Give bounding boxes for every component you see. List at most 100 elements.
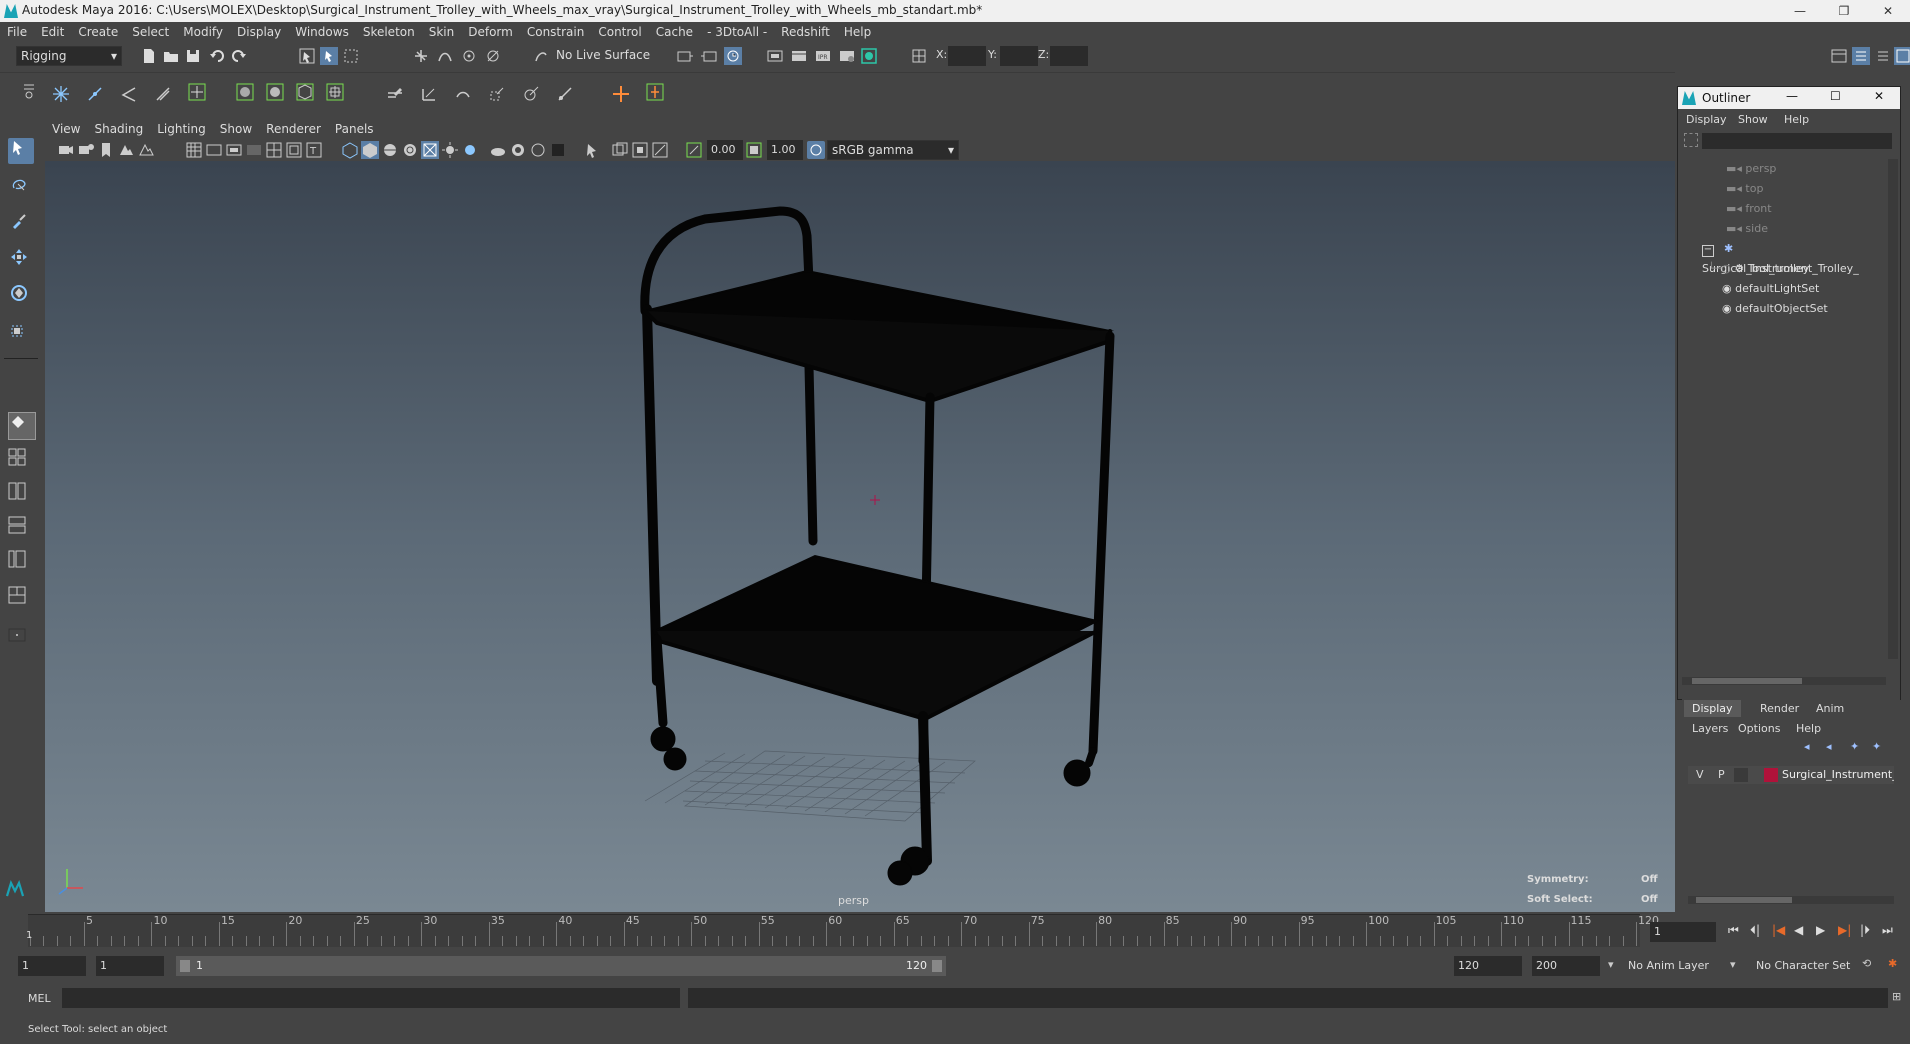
- menu-control[interactable]: Control: [591, 22, 648, 42]
- screen-space-ao-icon[interactable]: [489, 141, 507, 159]
- safe-title-icon[interactable]: T: [305, 141, 323, 159]
- outliner-menu-help[interactable]: Help: [1784, 113, 1809, 126]
- menu-edit[interactable]: Edit: [34, 22, 71, 42]
- filter-icon[interactable]: [1684, 133, 1698, 147]
- new-layer-selected-icon[interactable]: ✦: [1872, 740, 1886, 754]
- smooth-shade-icon[interactable]: [361, 141, 379, 159]
- move-tool-icon[interactable]: [10, 248, 32, 270]
- gate-mask-icon[interactable]: [245, 141, 263, 159]
- step-forward-key-icon[interactable]: ▶|: [1838, 923, 1856, 941]
- new-scene-icon[interactable]: [140, 47, 158, 65]
- layer-playback-toggle[interactable]: P: [1718, 768, 1725, 781]
- z-field[interactable]: [1050, 46, 1088, 66]
- toolbox-collapse-icon[interactable]: [8, 626, 34, 648]
- menu-skeleton[interactable]: Skeleton: [356, 22, 422, 42]
- play-backwards-icon[interactable]: ◀: [1794, 923, 1812, 941]
- collapse-icon[interactable]: −: [1702, 245, 1714, 257]
- cluster-icon[interactable]: [296, 83, 322, 109]
- film-gate-icon[interactable]: [205, 141, 223, 159]
- exposure-icon[interactable]: [685, 141, 703, 159]
- auto-key-icon[interactable]: ⟲: [1862, 957, 1880, 975]
- parent-constraint-icon[interactable]: [386, 85, 410, 107]
- close-button[interactable]: ✕: [1866, 0, 1910, 22]
- camera-lock-icon[interactable]: [77, 141, 95, 159]
- select-tool-icon[interactable]: [8, 138, 34, 164]
- view-transform-dropdown[interactable]: sRGB gamma ▾: [827, 140, 959, 160]
- multisample-aa-icon[interactable]: [529, 141, 547, 159]
- resolution-gate-icon[interactable]: [225, 141, 243, 159]
- camera-select-icon[interactable]: [57, 141, 75, 159]
- depth-of-field-icon[interactable]: [549, 141, 567, 159]
- layer-visibility-toggle[interactable]: V: [1696, 768, 1704, 781]
- character-set-dropdown[interactable]: No Character Set: [1748, 956, 1864, 976]
- menu-display[interactable]: Display: [230, 22, 288, 42]
- two-pane-side-layout-icon[interactable]: [8, 482, 34, 508]
- bind-skin-icon[interactable]: [236, 83, 262, 109]
- scale-constraint-icon[interactable]: [488, 85, 512, 107]
- outliner-item-persp[interactable]: ▬◂ persp: [1726, 159, 1776, 179]
- outliner-item-group[interactable]: − ✱ Surgical_Instrument_Trolley_: [1702, 239, 1888, 275]
- anim-layer-dropdown[interactable]: ▾ No Anim Layer ▾: [1606, 956, 1740, 976]
- anim-start-field[interactable]: 1: [18, 956, 86, 976]
- layer-tab-display[interactable]: Display: [1684, 700, 1741, 717]
- layer-h-scrollbar[interactable]: [1688, 896, 1894, 904]
- playback-end-field[interactable]: 120: [1454, 956, 1522, 976]
- outliner-close-icon[interactable]: ✕: [1874, 89, 1884, 103]
- maya-home-icon[interactable]: [5, 880, 36, 910]
- redo-icon[interactable]: [230, 47, 248, 65]
- outliner-maximize-icon[interactable]: ☐: [1830, 89, 1841, 103]
- output-ops-icon[interactable]: [700, 47, 718, 65]
- menu-cache[interactable]: Cache: [649, 22, 700, 42]
- panel-menu-panels[interactable]: Panels: [328, 120, 381, 138]
- menu-set-dropdown[interactable]: Rigging ▾: [16, 46, 122, 66]
- wireframe-on-shaded-icon[interactable]: [401, 141, 419, 159]
- use-all-lights-icon[interactable]: [441, 141, 459, 159]
- key-icon[interactable]: [612, 85, 634, 107]
- layer-menu-layers[interactable]: Layers: [1692, 722, 1728, 735]
- transform-constraint-icon[interactable]: [910, 47, 928, 65]
- menu-3dtoall[interactable]: - 3DtoAll -: [700, 22, 774, 42]
- viewport-persp[interactable]: persp Symmetry: Off Soft Select: Off: [45, 161, 1675, 912]
- grid-toggle-icon[interactable]: [185, 141, 203, 159]
- outliner-v-scrollbar[interactable]: [1888, 159, 1898, 659]
- ik-spline-icon[interactable]: [120, 85, 142, 107]
- outliner-h-scrollbar[interactable]: [1682, 677, 1886, 685]
- aim-constraint-icon[interactable]: [522, 85, 546, 107]
- wireframe-icon[interactable]: [341, 141, 359, 159]
- go-to-start-icon[interactable]: ⏮: [1728, 923, 1746, 941]
- outliner-item-default-light-set[interactable]: ◉ defaultLightSet: [1722, 279, 1819, 299]
- set-driven-key-icon[interactable]: [646, 83, 672, 109]
- select-component-icon[interactable]: [342, 47, 360, 65]
- panel-menu-show[interactable]: Show: [213, 120, 259, 138]
- lattice-icon[interactable]: [326, 83, 352, 109]
- layer-menu-options[interactable]: Options: [1738, 722, 1780, 735]
- render-settings-icon[interactable]: [838, 47, 856, 65]
- outliner-item-default-object-set[interactable]: ◉ defaultObjectSet: [1722, 299, 1828, 319]
- select-object-icon[interactable]: [320, 47, 338, 65]
- select-hierarchy-icon[interactable]: [298, 47, 316, 65]
- input-ops-icon[interactable]: [676, 47, 694, 65]
- scale-tool-icon[interactable]: [10, 320, 32, 342]
- snap-grid-icon[interactable]: [412, 47, 430, 65]
- menu-help[interactable]: Help: [837, 22, 878, 42]
- menu-select[interactable]: Select: [125, 22, 176, 42]
- x-field[interactable]: [948, 46, 986, 66]
- layer-tab-anim[interactable]: Anim: [1808, 700, 1852, 717]
- render-view-icon[interactable]: [766, 47, 784, 65]
- two-pane-stacked-layout-icon[interactable]: [8, 516, 34, 542]
- hypershade-icon[interactable]: [860, 47, 878, 65]
- bookmark-icon[interactable]: [97, 141, 115, 159]
- four-pane-layout-icon[interactable]: [8, 448, 34, 474]
- motion-blur-icon[interactable]: [509, 141, 527, 159]
- insert-joint-icon[interactable]: [154, 85, 176, 107]
- play-forwards-icon[interactable]: ▶: [1816, 923, 1834, 941]
- exposure-field[interactable]: 0.00: [707, 140, 743, 160]
- gamma-field[interactable]: 1.00: [767, 140, 803, 160]
- xray-icon[interactable]: [421, 141, 439, 159]
- rotate-tool-icon[interactable]: [10, 284, 32, 306]
- restore-button[interactable]: ❐: [1822, 0, 1866, 22]
- gamma-icon[interactable]: [745, 141, 763, 159]
- move-layer-up-icon[interactable]: ◂: [1804, 740, 1818, 754]
- menu-skin[interactable]: Skin: [422, 22, 462, 42]
- menu-deform[interactable]: Deform: [461, 22, 520, 42]
